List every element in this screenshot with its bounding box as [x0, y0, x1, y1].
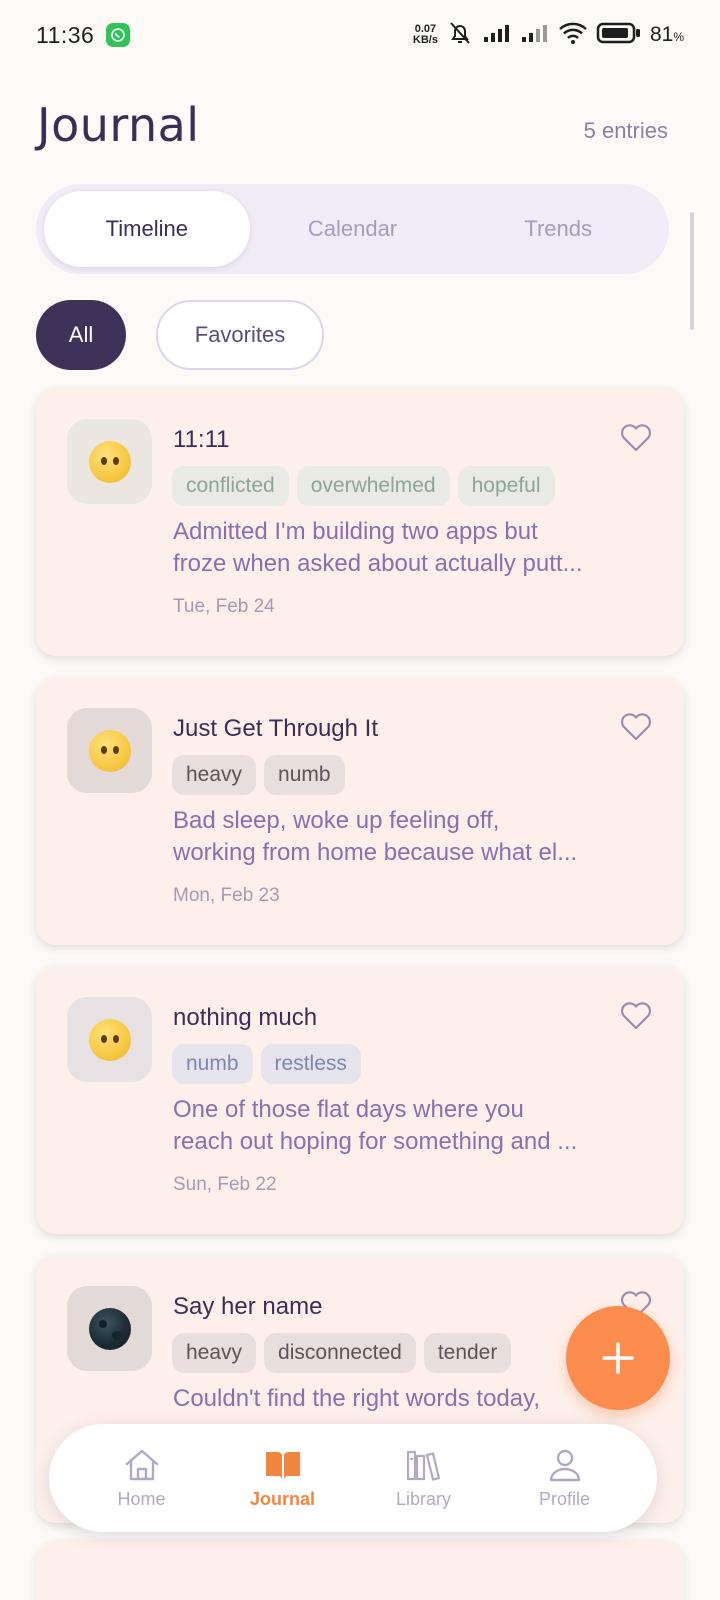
- favorite-heart-icon[interactable]: [618, 998, 654, 1034]
- mood-tags: heavy disconnected tender: [172, 1333, 512, 1373]
- nav-label: Profile: [538, 1488, 591, 1509]
- page-title: Journal: [37, 98, 200, 152]
- entry-date: Tue, Feb 24: [173, 596, 275, 617]
- journal-entry-card-peek: [36, 1540, 684, 1600]
- tab-timeline[interactable]: Timeline: [44, 191, 250, 267]
- neutral-face-icon: [88, 729, 131, 772]
- scrollbar[interactable]: [690, 212, 694, 330]
- mood-tag: heavy: [172, 755, 257, 795]
- neutral-face-icon: [88, 1018, 131, 1061]
- tab-trends[interactable]: Trends: [455, 191, 661, 267]
- nav-library[interactable]: Library: [369, 1447, 479, 1510]
- mood-icon-box: [67, 997, 152, 1082]
- journal-entry-card[interactable]: nothing much numb restless One of those …: [36, 966, 684, 1234]
- new-moon-icon: [88, 1307, 131, 1350]
- entry-title: 11:11: [173, 426, 230, 453]
- mood-tag: numb: [172, 1044, 253, 1084]
- neutral-face-icon: [88, 440, 131, 483]
- mood-icon-box: [67, 1286, 152, 1371]
- nav-profile[interactable]: Profile: [510, 1447, 620, 1510]
- mood-tag: heavy: [172, 1333, 257, 1373]
- mood-tag: disconnected: [264, 1333, 416, 1373]
- entry-snippet: One of those flat days where you reach o…: [173, 1096, 578, 1155]
- mood-tag: conflicted: [172, 466, 289, 506]
- mute-bell-icon: [446, 20, 474, 51]
- entry-date: Mon, Feb 23: [173, 885, 280, 906]
- nav-label: Home: [117, 1488, 166, 1509]
- signal-strength-2-icon: [520, 23, 550, 48]
- nav-label: Journal: [249, 1488, 315, 1509]
- mood-tags: conflicted overwhelmed hopeful: [172, 466, 555, 506]
- favorite-heart-icon[interactable]: [618, 420, 654, 456]
- mood-tag: tender: [423, 1333, 512, 1373]
- mood-tags: numb restless: [172, 1044, 361, 1084]
- entry-title: Say her name: [173, 1293, 323, 1320]
- entry-title: nothing much: [173, 1004, 318, 1031]
- favorite-heart-icon[interactable]: [618, 709, 654, 745]
- add-entry-button[interactable]: [566, 1306, 670, 1410]
- signal-strength-icon: [482, 23, 512, 48]
- entry-title: Just Get Through It: [173, 715, 378, 742]
- nav-journal[interactable]: Journal: [228, 1447, 338, 1510]
- entry-snippet: Admitted I'm building two apps but froze…: [173, 518, 583, 577]
- library-icon: [406, 1450, 440, 1481]
- home-icon: [125, 1449, 158, 1480]
- mood-tag: restless: [260, 1044, 361, 1084]
- battery-icon: [596, 22, 642, 49]
- mood-tag: hopeful: [457, 466, 555, 506]
- tab-calendar[interactable]: Calendar: [250, 191, 456, 267]
- journal-entry-card[interactable]: 11:11 conflicted overwhelmed hopeful Adm…: [36, 388, 684, 656]
- book-icon: [265, 1451, 300, 1479]
- mood-tag: numb: [264, 755, 345, 795]
- filter-favorites-chip[interactable]: Favorites: [156, 300, 324, 370]
- status-time: 11:36: [36, 21, 95, 48]
- filter-all-chip[interactable]: All: [36, 300, 126, 370]
- mood-icon-box: [67, 708, 152, 793]
- journal-entry-card[interactable]: Just Get Through It heavy numb Bad sleep…: [36, 677, 684, 945]
- network-speed: 0.07 KB/s: [412, 23, 438, 46]
- bottom-navigation: Home Journal Library Profile: [49, 1424, 657, 1532]
- nav-label: Library: [395, 1488, 452, 1509]
- entry-count: 5 entries: [583, 118, 668, 143]
- mood-tag: overwhelmed: [296, 466, 450, 506]
- entry-date: Sun, Feb 22: [173, 1174, 277, 1195]
- status-bar: 11:36 0.07 KB/s 81%: [0, 0, 720, 70]
- mood-tags: heavy numb: [172, 755, 345, 795]
- mood-icon-box: [67, 419, 152, 504]
- entry-snippet: Bad sleep, woke up feeling off, working …: [173, 807, 578, 866]
- battery-level: 81%: [649, 23, 684, 46]
- nav-home[interactable]: Home: [87, 1447, 197, 1510]
- whatsapp-notification-icon: [106, 23, 131, 47]
- profile-icon: [549, 1449, 580, 1481]
- plus-icon: [602, 1342, 634, 1374]
- view-tabs: Timeline Calendar Trends: [36, 184, 669, 274]
- wifi-icon: [558, 21, 588, 50]
